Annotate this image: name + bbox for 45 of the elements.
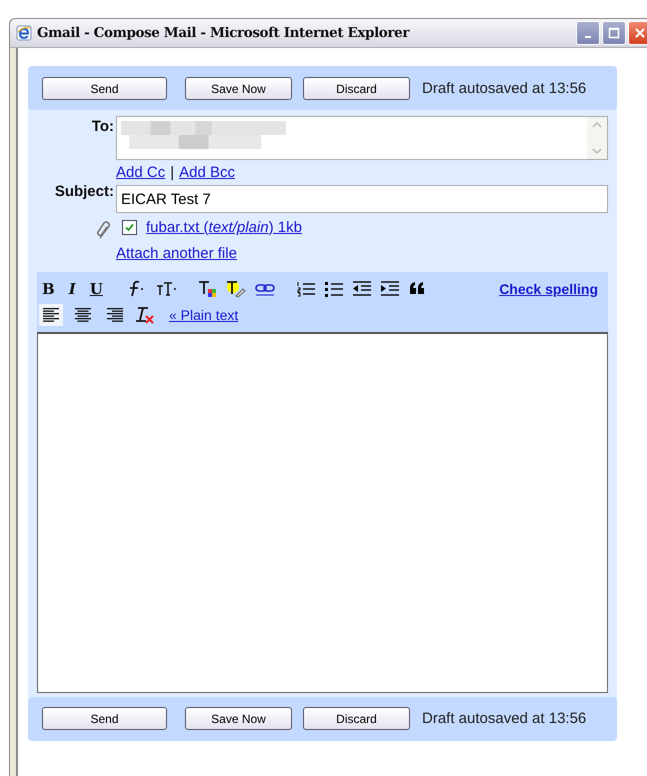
- align-icon: [42, 307, 60, 323]
- maximize-icon: [608, 27, 620, 39]
- numbered-list-icon[interactable]: [296, 280, 316, 298]
- format-button[interactable]: I: [66, 278, 79, 300]
- format-button[interactable]: U: [86, 278, 106, 300]
- close-icon: [634, 27, 646, 39]
- align-icon: [74, 307, 92, 323]
- action-button[interactable]: Save Now: [185, 707, 292, 730]
- action-button[interactable]: Discard: [303, 77, 410, 100]
- add-bcc-link[interactable]: Add Bcc: [179, 164, 235, 181]
- attach-file-link[interactable]: Attach another file: [116, 245, 237, 262]
- attachment-link[interactable]: fubar.txt (text/plain) 1kb: [146, 219, 302, 236]
- subject-field[interactable]: EICAR Test 7: [116, 185, 608, 213]
- autosave-status: Draft autosaved at 13:56: [422, 710, 586, 727]
- highlight-icon[interactable]: [226, 280, 246, 298]
- minimize-icon: [585, 36, 591, 38]
- remove-formatting-icon[interactable]: [135, 306, 155, 324]
- align-button[interactable]: [39, 304, 63, 326]
- align-icon: [106, 307, 124, 323]
- maximize-button[interactable]: [602, 21, 626, 45]
- text-color-icon[interactable]: [198, 280, 218, 298]
- plain-text-link[interactable]: « Plain text: [169, 307, 238, 323]
- check-icon: [124, 222, 135, 233]
- field-label: Subject:: [54, 182, 115, 200]
- browser-icon: [16, 25, 32, 41]
- check-spelling-link[interactable]: Check spelling: [499, 281, 598, 297]
- autosave-status: Draft autosaved at 13:56: [422, 80, 586, 97]
- action-button[interactable]: Discard: [303, 707, 410, 730]
- bulleted-list-icon[interactable]: [324, 280, 344, 298]
- window-title: Gmail - Compose Mail - Microsoft Internet Explorer: [37, 25, 411, 41]
- outdent-icon[interactable]: [352, 280, 372, 298]
- action-button[interactable]: Save Now: [185, 77, 292, 100]
- format-button[interactable]: B: [39, 278, 58, 300]
- message-body-field[interactable]: [37, 332, 608, 693]
- add-cc-link[interactable]: Add Cc: [116, 164, 166, 181]
- font-size-icon[interactable]: [156, 280, 178, 298]
- minimize-button[interactable]: [576, 21, 600, 45]
- link-separator: |: [170, 164, 174, 181]
- action-button[interactable]: Send: [42, 707, 167, 730]
- action-button[interactable]: Send: [42, 77, 167, 100]
- close-button[interactable]: [628, 21, 647, 45]
- attachment-checkbox[interactable]: [122, 220, 137, 235]
- indent-icon[interactable]: [380, 280, 400, 298]
- recipient-field[interactable]: [116, 116, 608, 160]
- field-label: To:: [90, 117, 115, 135]
